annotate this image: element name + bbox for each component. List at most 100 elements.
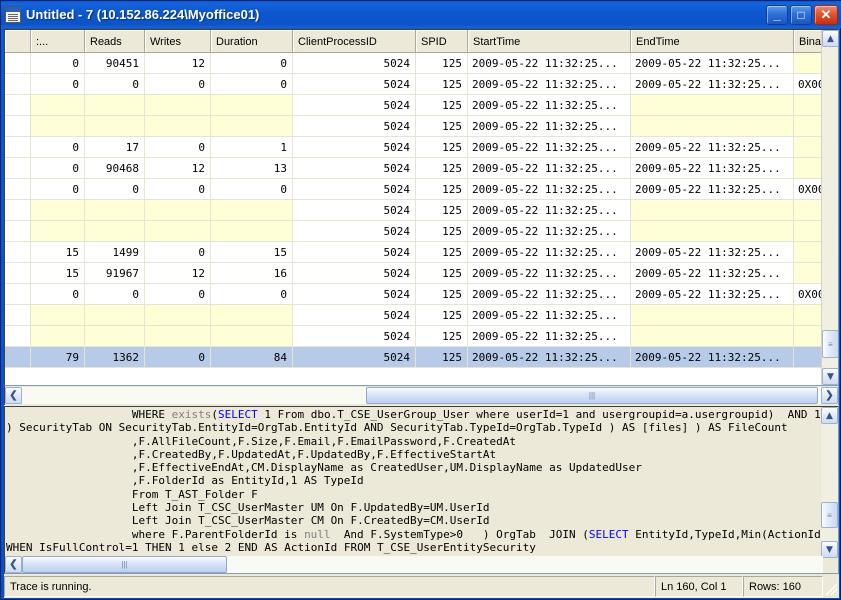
scroll-down-button[interactable]: ▼ [822,368,838,385]
cell-dur[interactable]: 0 [210,52,293,74]
cell-rw[interactable] [30,115,85,137]
cell-dur[interactable]: 0 [210,73,293,95]
cell-rw[interactable]: 0 [30,136,85,158]
cell-spid[interactable]: 125 [415,262,468,284]
cell-mark[interactable] [5,262,31,284]
cell-start[interactable]: 2009-05-22 11:32:25... [467,346,631,368]
cell-mark[interactable] [5,241,31,263]
cell-mark[interactable] [5,220,31,242]
cell-cpid[interactable]: 5024 [292,241,416,263]
cell-spid[interactable]: 125 [415,199,468,221]
table-row[interactable]: 50241252009-05-22 11:32:25...GGZZHS-D030… [5,94,838,116]
maximize-button[interactable]: □ [790,4,812,25]
table-row[interactable]: 50241252009-05-22 11:32:25...GGZZHS-D030… [5,325,838,347]
cell-dur[interactable]: 0 [210,283,293,305]
sql-text-content[interactable]: WHERE exists(SELECT 1 From dbo.T_CSE_Use… [5,407,823,555]
cell-rw[interactable]: 0 [30,178,85,200]
cell-spid[interactable]: 125 [415,325,468,347]
cell-start[interactable]: 2009-05-22 11:32:25... [467,94,631,116]
grid-vscroll-thumb[interactable]: ≡ [822,330,838,358]
cell-writes[interactable]: 0 [144,178,211,200]
column-header-dur[interactable]: Duration [210,30,293,53]
cell-dur[interactable] [210,94,293,116]
cell-reads[interactable]: 17 [84,136,145,158]
cell-cpid[interactable]: 5024 [292,220,416,242]
cell-writes[interactable]: 0 [144,136,211,158]
cell-rw[interactable]: 0 [30,157,85,179]
table-row[interactable]: 0 0 0 0 5024 125 2009-05-22 11:32:25... 2009-05… [5,178,838,200]
cell-dur[interactable]: 16 [210,262,293,284]
cell-rw[interactable]: 0 [30,52,85,74]
table-row[interactable]: 15 91967 12 16 5024 125 2009-05-22 11:32:25...… [5,262,838,284]
cell-spid[interactable]: 125 [415,241,468,263]
cell-rw[interactable] [30,220,85,242]
cell-writes[interactable]: 0 [144,346,211,368]
cell-dur[interactable] [210,304,293,326]
cell-writes[interactable] [144,304,211,326]
sql-hscroll-thumb[interactable]: ||| [22,556,227,573]
cell-end[interactable]: 2009-05-22 11:32:25... [630,136,794,158]
cell-cpid[interactable]: 5024 [292,115,416,137]
cell-spid[interactable]: 125 [415,283,468,305]
cell-spid[interactable]: 125 [415,52,468,74]
cell-dur[interactable]: 1 [210,136,293,158]
cell-writes[interactable] [144,115,211,137]
cell-rw[interactable] [30,304,85,326]
cell-mark[interactable] [5,52,31,74]
cell-rw[interactable]: 15 [30,241,85,263]
cell-dur[interactable]: 15 [210,241,293,263]
cell-cpid[interactable]: 5024 [292,283,416,305]
cell-mark[interactable] [5,94,31,116]
cell-rw[interactable]: 0 [30,283,85,305]
cell-start[interactable]: 2009-05-22 11:32:25... [467,115,631,137]
table-row[interactable]: 15 1499 0 15 5024 125 2009-05-22 11:32:25... 20… [5,241,838,263]
sql-hscroll-track[interactable]: ||| [22,556,823,573]
sql-vertical-scrollbar[interactable]: ▲ ≡ ▼ [821,407,838,558]
grid-vertical-scrollbar[interactable]: ▲ ≡ ▼ [821,30,838,385]
cell-cpid[interactable]: 5024 [292,346,416,368]
cell-start[interactable]: 2009-05-22 11:32:25... [467,220,631,242]
sql-vscroll-thumb[interactable]: ≡ [821,502,838,528]
cell-cpid[interactable]: 5024 [292,304,416,326]
cell-end[interactable] [630,325,794,347]
cell-start[interactable]: 2009-05-22 11:32:25... [467,325,631,347]
cell-dur[interactable]: 13 [210,157,293,179]
cell-mark[interactable] [5,325,31,347]
table-row[interactable]: 0 90468 12 13 5024 125 2009-05-22 11:32:25... 2… [5,157,838,179]
table-row[interactable]: 0 0 0 0 5024 125 2009-05-22 11:32:25... 2009-05… [5,73,838,95]
column-header-rw[interactable]: :... [30,30,85,53]
table-row[interactable]: 50241252009-05-22 11:32:25...GGZZHS-D030… [5,115,838,137]
cell-start[interactable]: 2009-05-22 11:32:25... [467,241,631,263]
cell-dur[interactable] [210,115,293,137]
cell-spid[interactable]: 125 [415,178,468,200]
scroll-right-button[interactable]: ❯ [821,387,838,404]
cell-reads[interactable]: 0 [84,178,145,200]
cell-spid[interactable]: 125 [415,346,468,368]
cell-writes[interactable]: 12 [144,52,211,74]
hscroll-track[interactable]: ||| [22,387,821,404]
cell-mark[interactable] [5,283,31,305]
cell-start[interactable]: 2009-05-22 11:32:25... [467,52,631,74]
cell-end[interactable]: 2009-05-22 11:32:25... [630,262,794,284]
cell-cpid[interactable]: 5024 [292,325,416,347]
cell-end[interactable] [630,115,794,137]
cell-spid[interactable]: 125 [415,220,468,242]
cell-reads[interactable] [84,115,145,137]
cell-reads[interactable] [84,199,145,221]
resize-grip[interactable] [823,576,839,597]
cell-dur[interactable]: 84 [210,346,293,368]
column-header-writes[interactable]: Writes [144,30,211,53]
cell-reads[interactable] [84,220,145,242]
cell-cpid[interactable]: 5024 [292,136,416,158]
cell-cpid[interactable]: 5024 [292,94,416,116]
cell-reads[interactable]: 0 [84,283,145,305]
table-row[interactable]: 0 0 0 0 5024 125 2009-05-22 11:32:25... 2009-05… [5,283,838,305]
cell-end[interactable]: 2009-05-22 11:32:25... [630,346,794,368]
table-row[interactable]: 50241252009-05-22 11:32:25...GGZZHS-D030… [5,220,838,242]
cell-start[interactable]: 2009-05-22 11:32:25... [467,304,631,326]
cell-cpid[interactable]: 5024 [292,178,416,200]
cell-spid[interactable]: 125 [415,304,468,326]
table-row[interactable]: 79 1362 0 84 5024 125 2009-05-22 11:32:25... 20… [5,346,838,368]
sql-detail-pane[interactable]: WHERE exists(SELECT 1 From dbo.T_CSE_Use… [4,406,839,574]
cell-dur[interactable] [210,199,293,221]
